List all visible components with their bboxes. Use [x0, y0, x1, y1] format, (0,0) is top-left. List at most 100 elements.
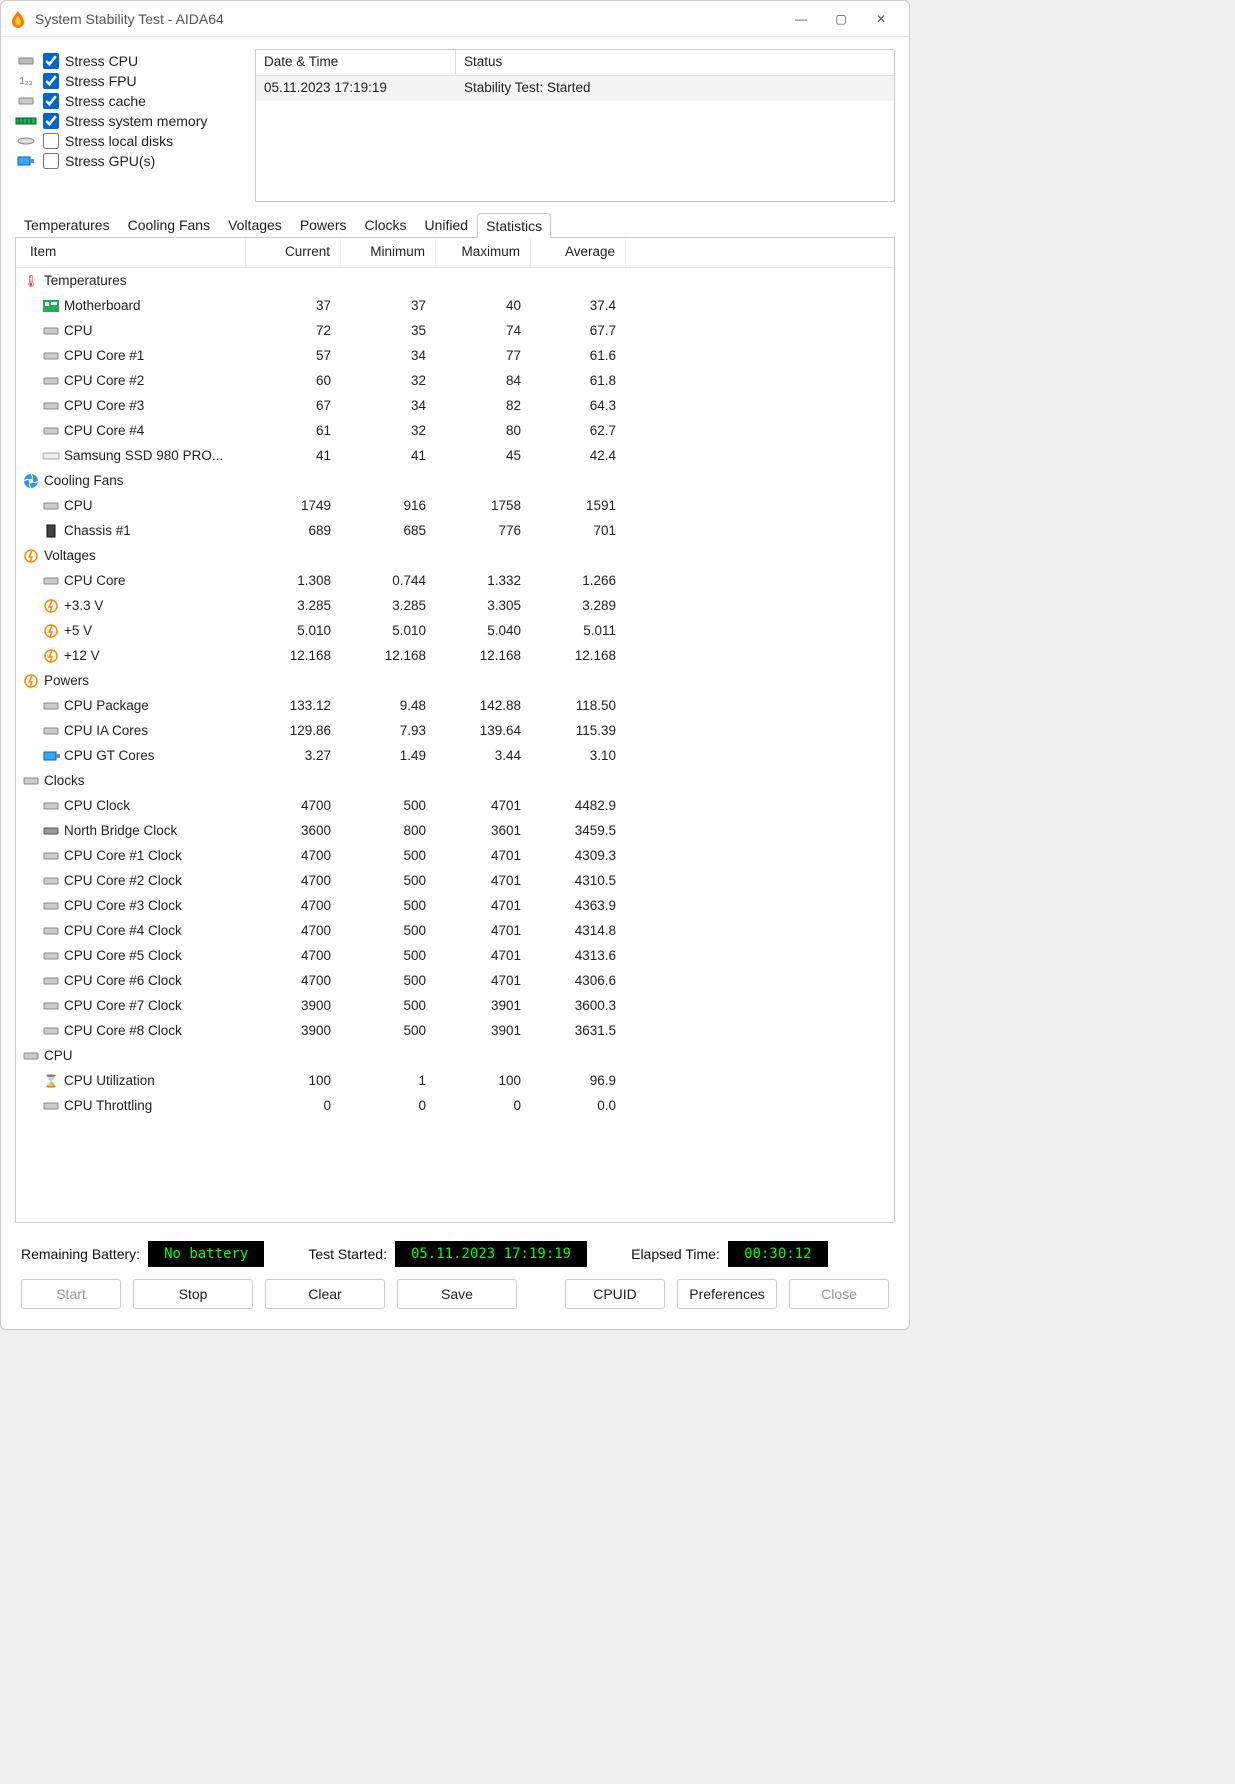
stress-gpu-checkbox[interactable]	[43, 153, 59, 169]
log-header-status[interactable]: Status	[456, 50, 894, 75]
stats-row[interactable]: +5 V 5.010 5.010 5.040 5.011	[16, 618, 894, 643]
cell-minimum: 500	[341, 1023, 436, 1038]
stats-group[interactable]: Cooling Fans	[16, 468, 894, 493]
stress-fpu[interactable]: 1₂₃ Stress FPU	[15, 73, 245, 89]
stats-row[interactable]: CPU Core #8 Clock 3900 500 3901 3631.5	[16, 1018, 894, 1043]
cell-average: 4306.6	[531, 973, 626, 988]
cell-minimum: 5.010	[341, 623, 436, 638]
cell-current: 67	[246, 398, 341, 413]
stress-cache-checkbox[interactable]	[43, 93, 59, 109]
minimize-button[interactable]: —	[781, 5, 821, 33]
tab-temperatures[interactable]: Temperatures	[15, 212, 119, 237]
tab-statistics[interactable]: Statistics	[477, 213, 551, 238]
stress-cpu[interactable]: Stress CPU	[15, 53, 245, 69]
row-label: CPU Core #3 Clock	[64, 898, 182, 913]
stats-header-item[interactable]: Item	[16, 238, 246, 267]
log-row[interactable]	[256, 151, 894, 176]
tab-voltages[interactable]: Voltages	[219, 212, 291, 237]
elapsed-display: 00:30:12	[728, 1241, 828, 1267]
stats-header-current[interactable]: Current	[246, 238, 341, 267]
stats-row[interactable]: CPU Core #2 60 32 84 61.8	[16, 368, 894, 393]
stats-group[interactable]: CPU	[16, 1043, 894, 1068]
save-button[interactable]: Save	[397, 1279, 517, 1309]
stats-row[interactable]: CPU Core 1.308 0.744 1.332 1.266	[16, 568, 894, 593]
stats-header-maximum[interactable]: Maximum	[436, 238, 531, 267]
log-cell-datetime	[256, 126, 456, 151]
row-label: North Bridge Clock	[64, 823, 177, 838]
stats-row[interactable]: Chassis #1 689 685 776 701	[16, 518, 894, 543]
stress-disk[interactable]: Stress local disks	[15, 133, 245, 149]
close-window-button[interactable]: ✕	[861, 5, 901, 33]
cell-minimum: 41	[341, 448, 436, 463]
stats-row[interactable]: Motherboard 37 37 40 37.4	[16, 293, 894, 318]
stop-button[interactable]: Stop	[133, 1279, 253, 1309]
stats-header-minimum[interactable]: Minimum	[341, 238, 436, 267]
cell-current: 129.86	[246, 723, 341, 738]
preferences-button[interactable]: Preferences	[677, 1279, 777, 1309]
therm-icon: 🌡	[22, 273, 40, 289]
mb-icon	[42, 298, 60, 314]
stats-row[interactable]: CPU Core #1 57 34 77 61.6	[16, 343, 894, 368]
stats-row[interactable]: CPU Core #4 61 32 80 62.7	[16, 418, 894, 443]
stress-gpu[interactable]: Stress GPU(s)	[15, 153, 245, 169]
start-button[interactable]: Start	[21, 1279, 121, 1309]
stats-row[interactable]: CPU Core #3 Clock 4700 500 4701 4363.9	[16, 893, 894, 918]
cell-minimum: 500	[341, 898, 436, 913]
stats-row[interactable]: CPU GT Cores 3.27 1.49 3.44 3.10	[16, 743, 894, 768]
cpuid-button[interactable]: CPUID	[565, 1279, 665, 1309]
clear-button[interactable]: Clear	[265, 1279, 385, 1309]
mem-icon	[15, 113, 37, 129]
log-row[interactable]: 05.11.2023 17:19:19Stability Test: Start…	[256, 76, 894, 101]
group-label: Clocks	[44, 773, 85, 788]
cell-maximum: 3601	[436, 823, 531, 838]
stats-row[interactable]: CPU Core #3 67 34 82 64.3	[16, 393, 894, 418]
row-label: CPU Core #1	[64, 348, 144, 363]
stats-row[interactable]: +12 V 12.168 12.168 12.168 12.168	[16, 643, 894, 668]
stress-cache[interactable]: Stress cache	[15, 93, 245, 109]
stats-group[interactable]: 🌡Temperatures	[16, 268, 894, 293]
stats-row[interactable]: CPU Core #2 Clock 4700 500 4701 4310.5	[16, 868, 894, 893]
stats-group[interactable]: Voltages	[16, 543, 894, 568]
stats-row[interactable]: +3.3 V 3.285 3.285 3.305 3.289	[16, 593, 894, 618]
log-row[interactable]	[256, 176, 894, 201]
stats-group[interactable]: Clocks	[16, 768, 894, 793]
stats-row[interactable]: ⌛CPU Utilization 100 1 100 96.9	[16, 1068, 894, 1093]
maximize-button[interactable]: ▢	[821, 5, 861, 33]
log-row[interactable]	[256, 101, 894, 126]
stats-group[interactable]: Powers	[16, 668, 894, 693]
row-label: CPU Utilization	[64, 1073, 155, 1088]
stats-row[interactable]: Samsung SSD 980 PRO... 41 41 45 42.4	[16, 443, 894, 468]
tab-clocks[interactable]: Clocks	[356, 212, 416, 237]
tab-powers[interactable]: Powers	[291, 212, 356, 237]
stress-disk-checkbox[interactable]	[43, 133, 59, 149]
disk-icon	[15, 133, 37, 149]
cell-average: 3600.3	[531, 998, 626, 1013]
stats-row[interactable]: CPU Core #1 Clock 4700 500 4701 4309.3	[16, 843, 894, 868]
log-header-datetime[interactable]: Date & Time	[256, 50, 456, 75]
stats-header-average[interactable]: Average	[531, 238, 626, 267]
cell-maximum: 4701	[436, 973, 531, 988]
stats-row[interactable]: CPU Clock 4700 500 4701 4482.9	[16, 793, 894, 818]
stress-mem[interactable]: Stress system memory	[15, 113, 245, 129]
stress-fpu-checkbox[interactable]	[43, 73, 59, 89]
stats-row[interactable]: North Bridge Clock 3600 800 3601 3459.5	[16, 818, 894, 843]
stats-row[interactable]: CPU Core #4 Clock 4700 500 4701 4314.8	[16, 918, 894, 943]
stress-mem-checkbox[interactable]	[43, 113, 59, 129]
stats-row[interactable]: CPU Core #6 Clock 4700 500 4701 4306.6	[16, 968, 894, 993]
cell-current: 4700	[246, 898, 341, 913]
tab-unified[interactable]: Unified	[416, 212, 478, 237]
stats-row[interactable]: CPU Package 133.12 9.48 142.88 118.50	[16, 693, 894, 718]
stats-row[interactable]: CPU 72 35 74 67.7	[16, 318, 894, 343]
stats-row[interactable]: CPU Throttling 0 0 0 0.0	[16, 1093, 894, 1118]
stats-row[interactable]: CPU 1749 916 1758 1591	[16, 493, 894, 518]
stats-row[interactable]: CPU IA Cores 129.86 7.93 139.64 115.39	[16, 718, 894, 743]
stress-cpu-checkbox[interactable]	[43, 53, 59, 69]
cell-minimum: 685	[341, 523, 436, 538]
tab-cooling-fans[interactable]: Cooling Fans	[119, 212, 220, 237]
log-row[interactable]	[256, 126, 894, 151]
cell-current: 1749	[246, 498, 341, 513]
stats-row[interactable]: CPU Core #5 Clock 4700 500 4701 4313.6	[16, 943, 894, 968]
close-button[interactable]: Close	[789, 1279, 889, 1309]
fan-icon	[22, 473, 40, 489]
stats-row[interactable]: CPU Core #7 Clock 3900 500 3901 3600.3	[16, 993, 894, 1018]
